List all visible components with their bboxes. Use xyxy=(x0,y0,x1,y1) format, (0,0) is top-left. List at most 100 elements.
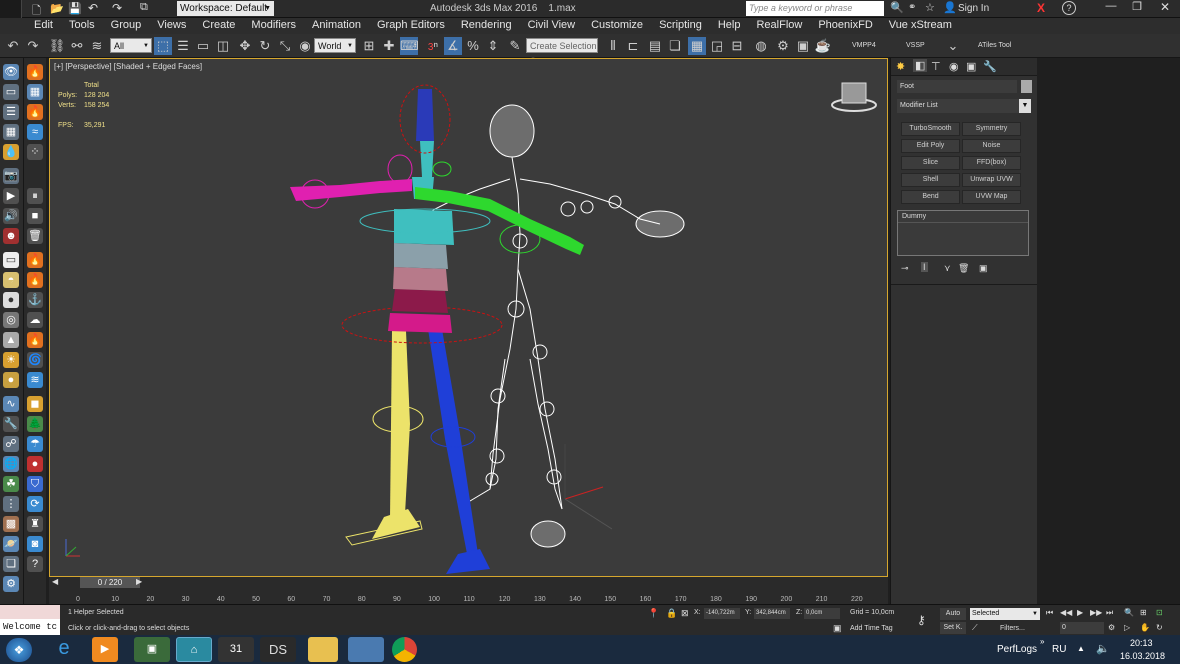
ball-icon[interactable]: ● xyxy=(3,372,19,388)
lock-selection-icon[interactable]: 🔒 xyxy=(666,608,677,619)
prev-frame-icon[interactable]: ◀◀ xyxy=(1060,608,1072,617)
menu-phoenixfd[interactable]: PhoenixFD xyxy=(810,18,880,31)
y-coord-field[interactable]: 342,844cm xyxy=(754,608,790,619)
rendered-frame-icon[interactable]: ▣ xyxy=(794,37,812,55)
perflogs-toolbar[interactable]: PerfLogs xyxy=(997,644,1037,655)
fire3-icon[interactable]: 🔥 xyxy=(27,272,43,288)
volume-icon[interactable]: 🔈 xyxy=(1096,642,1110,655)
globe-icon[interactable]: 🌐 xyxy=(3,456,19,472)
cycle-icon[interactable]: ⟳ xyxy=(27,496,43,512)
modifier-stack[interactable]: Dummy xyxy=(897,210,1029,256)
redo-icon[interactable]: ↷ xyxy=(112,1,122,15)
modify-tab-icon[interactable]: ◧ xyxy=(913,59,928,72)
fire-icon[interactable]: 🔥 xyxy=(27,64,43,80)
named-selection-dropdown[interactable]: Create Selection S▼ xyxy=(526,38,598,66)
symmetry-button[interactable]: Symmetry xyxy=(962,122,1021,136)
render-setup-icon[interactable]: ⚙ xyxy=(774,37,792,55)
layers-icon[interactable]: ❏ xyxy=(3,556,19,572)
question-icon[interactable]: ? xyxy=(27,556,43,572)
stack-item-dummy[interactable]: Dummy xyxy=(898,211,1028,223)
select-manipulate-icon[interactable]: ✚ xyxy=(380,37,398,55)
foam-icon[interactable]: ☁ xyxy=(27,312,43,328)
current-frame-field[interactable]: 0 xyxy=(1060,622,1104,634)
camera-icon[interactable]: 📷 xyxy=(3,168,19,184)
cone-icon[interactable]: ▲ xyxy=(3,332,19,348)
search-input[interactable]: Type a keyword or phrase xyxy=(746,1,884,16)
workspace-dropdown[interactable]: Workspace: Default ▼ xyxy=(177,1,274,16)
slider-prev-icon[interactable]: ◀ xyxy=(52,577,58,586)
particles-icon[interactable]: ⁘ xyxy=(27,144,43,160)
rectangular-selection-icon[interactable]: ▭ xyxy=(194,37,212,55)
object-name-field[interactable]: Foot xyxy=(897,80,1017,93)
uvw-map-button[interactable]: UVW Map xyxy=(962,190,1021,204)
list-icon[interactable]: ☰ xyxy=(3,104,19,120)
menu-civil-view[interactable]: Civil View xyxy=(520,18,583,31)
perspective-viewport[interactable]: [+] [Perspective] [Shaded + Edged Faces]… xyxy=(49,58,888,577)
fire2-icon[interactable]: 🔥 xyxy=(27,252,43,268)
water-icon[interactable]: ≈ xyxy=(27,124,43,140)
rotate-icon[interactable]: ↻ xyxy=(256,37,274,55)
snaps-toggle[interactable]: 3ⁿ xyxy=(424,37,442,55)
angle-snap-icon[interactable]: ∡ xyxy=(444,37,462,55)
render-icon[interactable]: ☕ xyxy=(814,37,832,55)
x-coord-field[interactable]: -140,722m xyxy=(704,608,740,619)
display-tab-icon[interactable]: ▣ xyxy=(966,60,976,73)
shield-icon[interactable]: ⛉ xyxy=(27,476,43,492)
robot-icon[interactable]: ☻ xyxy=(3,228,19,244)
box-icon[interactable]: ▭ xyxy=(3,252,19,268)
viewcube-icon[interactable] xyxy=(831,82,877,112)
pin-stack-icon[interactable]: ⊸ xyxy=(901,263,909,274)
vmpp-button[interactable]: VMPP4 xyxy=(852,42,876,49)
flame4-icon[interactable]: 🔥 xyxy=(27,332,43,348)
time-slider[interactable]: 0 / 220 xyxy=(80,577,140,588)
rope-icon[interactable]: ⚓ xyxy=(27,292,43,308)
grid2-icon[interactable]: ▦ xyxy=(27,84,43,100)
move-icon[interactable]: ✥ xyxy=(236,37,254,55)
pivot-center-icon[interactable]: ⊞ xyxy=(360,37,378,55)
slider-next-icon[interactable]: ▶ xyxy=(136,577,142,586)
shell-button[interactable]: Shell xyxy=(901,173,960,187)
vssp-button[interactable]: VSSP xyxy=(906,42,925,49)
texture-icon[interactable]: ▩ xyxy=(3,516,19,532)
modifier-list-dropdown[interactable]: Modifier List ▼ xyxy=(897,99,1031,113)
z-coord-field[interactable]: 0,0cm xyxy=(804,608,840,619)
undo-icon[interactable]: ↶ xyxy=(88,1,98,15)
next-frame-icon[interactable]: ▶▶ xyxy=(1090,608,1102,617)
select-by-name-icon[interactable]: ☰ xyxy=(174,37,192,55)
stop-icon[interactable]: ■ xyxy=(27,208,43,224)
menu-realflow[interactable]: RealFlow xyxy=(748,18,810,31)
redo-icon[interactable]: ↷ xyxy=(24,37,42,55)
drop-icon[interactable]: 💧 xyxy=(3,144,19,160)
user-icon[interactable]: 👤 xyxy=(943,1,957,14)
eye-icon[interactable]: 👁 xyxy=(3,64,19,80)
add-time-tag[interactable]: Add Time Tag xyxy=(850,625,893,632)
hierarchy-tab-icon[interactable]: ⊤ xyxy=(931,60,941,73)
pan-icon[interactable]: ✋ xyxy=(1140,623,1150,632)
menu-views[interactable]: Views xyxy=(149,18,194,31)
open-file-icon[interactable]: 📂 xyxy=(50,2,64,15)
play-icon[interactable]: ▶ xyxy=(3,188,19,204)
zoom-all-icon[interactable]: ⊞ xyxy=(1140,608,1147,617)
menu-help[interactable]: Help xyxy=(710,18,749,31)
hold-icon[interactable]: ⧉ xyxy=(140,1,148,14)
menu-vue-xstream[interactable]: Vue xStream xyxy=(881,18,960,31)
filters-button[interactable]: Filters... xyxy=(1000,625,1025,632)
selection-filter-dropdown[interactable]: All ▼ xyxy=(110,38,152,53)
menu-tools[interactable]: Tools xyxy=(61,18,103,31)
spinner-snap-icon[interactable]: ⇕ xyxy=(484,37,502,55)
menu-group[interactable]: Group xyxy=(103,18,150,31)
minimize-button[interactable]: — xyxy=(1098,0,1124,16)
sphere-icon[interactable]: ● xyxy=(3,292,19,308)
zoom-icon[interactable]: 🔍 xyxy=(1124,608,1134,617)
rain-icon[interactable]: ☂ xyxy=(27,436,43,452)
window-crossing-icon[interactable]: ◫ xyxy=(214,37,232,55)
tray-up-icon[interactable]: ▲ xyxy=(1077,644,1085,653)
unlink-icon[interactable]: ⚯ xyxy=(68,37,86,55)
isolate-icon[interactable]: 📍 xyxy=(648,608,659,619)
planet-icon[interactable]: 🪐 xyxy=(3,536,19,552)
link-icon[interactable]: ⛓ xyxy=(48,37,66,55)
menu-create[interactable]: Create xyxy=(194,18,243,31)
language-indicator[interactable]: RU xyxy=(1052,644,1066,655)
curve-icon[interactable]: ∿ xyxy=(3,396,19,412)
bend-button[interactable]: Bend xyxy=(901,190,960,204)
